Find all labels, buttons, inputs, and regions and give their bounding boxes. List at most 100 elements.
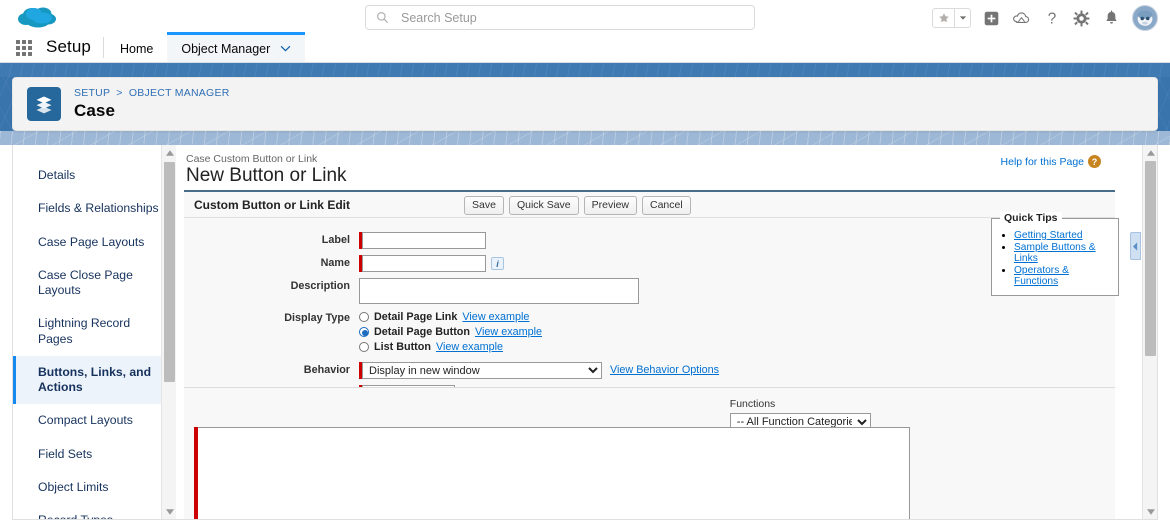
name-field-row: Name i bbox=[184, 255, 1115, 272]
service-cloud-icon[interactable] bbox=[1012, 9, 1031, 28]
view-example-link[interactable]: View example bbox=[475, 326, 542, 338]
sidebar-item-object-limits[interactable]: Object Limits bbox=[13, 471, 176, 504]
view-example-link[interactable]: View example bbox=[436, 341, 503, 353]
salesforce-cloud-logo[interactable] bbox=[14, 2, 62, 34]
main-scroll-down-icon[interactable] bbox=[1143, 504, 1157, 519]
formula-editor[interactable] bbox=[194, 427, 910, 519]
quick-save-button[interactable]: Quick Save bbox=[508, 196, 579, 215]
main-scroll-up-icon[interactable] bbox=[1143, 145, 1157, 160]
user-avatar[interactable] bbox=[1132, 5, 1158, 31]
sidebar-scroll-thumb[interactable] bbox=[164, 162, 175, 382]
tab-home-label: Home bbox=[120, 41, 154, 56]
breadcrumb-setup[interactable]: SETUP bbox=[74, 87, 110, 99]
gear-icon[interactable] bbox=[1072, 9, 1091, 28]
add-favorite-icon[interactable] bbox=[982, 9, 1001, 28]
quick-tips-panel: Quick Tips Getting Started Sample Button… bbox=[991, 212, 1119, 296]
quick-tip-getting-started[interactable]: Getting Started bbox=[1014, 230, 1083, 241]
panel-title: Custom Button or Link Edit bbox=[194, 197, 350, 212]
breadcrumb-separator: > bbox=[116, 87, 123, 100]
sidebar-item-label: Case Page Layouts bbox=[38, 234, 145, 249]
quick-tips-title: Quick Tips bbox=[1000, 212, 1062, 224]
tab-home[interactable]: Home bbox=[106, 32, 167, 62]
sidebar-item-label: Fields & Relationships bbox=[38, 201, 159, 216]
sidebar-item-fields-relationships[interactable]: Fields & Relationships bbox=[13, 192, 176, 225]
quick-tip-sample-buttons-links[interactable]: Sample Buttons & Links bbox=[1014, 242, 1096, 264]
page-body: Details Fields & Relationships Case Page… bbox=[12, 145, 1158, 520]
quick-tip-item: Sample Buttons & Links bbox=[1014, 242, 1112, 264]
cancel-button[interactable]: Cancel bbox=[642, 196, 691, 215]
sidebar-item-field-sets[interactable]: Field Sets bbox=[13, 438, 176, 471]
band-top-texture bbox=[0, 63, 1170, 77]
help-link-label: Help for this Page bbox=[1000, 155, 1084, 168]
setup-title: Setup bbox=[46, 37, 91, 56]
favorites-control[interactable] bbox=[932, 8, 971, 28]
page-title: Case bbox=[74, 101, 116, 121]
display-type-label: Display Type bbox=[284, 312, 350, 324]
main-content-pane: Case Custom Button or Link New Button or… bbox=[176, 145, 1157, 519]
help-for-this-page-link[interactable]: Help for this Page ? bbox=[1001, 155, 1101, 168]
view-behavior-options-link[interactable]: View Behavior Options bbox=[610, 364, 719, 376]
behavior-label: Behavior bbox=[303, 364, 350, 376]
search-input[interactable] bbox=[401, 7, 744, 28]
description-textarea[interactable] bbox=[359, 278, 639, 304]
panel-action-buttons: Save Quick Save Preview Cancel bbox=[464, 196, 691, 215]
panel-header: Custom Button or Link Edit Save Quick Sa… bbox=[184, 192, 1115, 218]
radio-label: Detail Page Link bbox=[374, 311, 458, 323]
sidebar-item-label: Buttons, Links, and Actions bbox=[38, 364, 152, 394]
sidebar-item-label: Object Limits bbox=[38, 479, 109, 494]
radio-button-icon[interactable] bbox=[359, 312, 369, 322]
sidebar-item-label: Details bbox=[38, 168, 76, 182]
sidebar-item-compact-layouts[interactable]: Compact Layouts bbox=[13, 404, 176, 437]
formula-editor-textarea[interactable] bbox=[198, 427, 910, 519]
sidebar-scroll-down-icon[interactable] bbox=[162, 504, 177, 519]
sidebar-scrollbar[interactable] bbox=[161, 145, 177, 519]
sidebar-item-details[interactable]: Details bbox=[13, 159, 176, 192]
quick-tip-item: Operators & Functions bbox=[1014, 265, 1112, 287]
app-launcher-icon[interactable] bbox=[16, 40, 34, 56]
quick-tip-operators-functions[interactable]: Operators & Functions bbox=[1014, 265, 1069, 287]
radio-button-icon[interactable] bbox=[359, 342, 369, 352]
radio-button-icon-selected[interactable] bbox=[359, 327, 369, 337]
sidebar-item-label: Lightning Record Pages bbox=[38, 316, 131, 346]
save-button[interactable]: Save bbox=[464, 196, 504, 215]
sidebar-item-case-close-page-layouts[interactable]: Case Close Page Layouts bbox=[13, 259, 176, 308]
collapse-sidebar-handle[interactable] bbox=[1130, 232, 1141, 260]
behavior-select[interactable]: Display in new window bbox=[362, 362, 602, 379]
favorites-caret-down-icon[interactable] bbox=[954, 9, 970, 27]
name-input[interactable] bbox=[362, 255, 486, 272]
view-example-link[interactable]: View example bbox=[462, 311, 529, 323]
sidebar-item-case-page-layouts[interactable]: Case Page Layouts bbox=[13, 226, 176, 259]
radio-label: Detail Page Button bbox=[374, 326, 470, 338]
main-scrollbar[interactable] bbox=[1142, 145, 1157, 519]
chevron-down-icon[interactable] bbox=[280, 45, 291, 52]
help-question-icon[interactable]: ? bbox=[1088, 155, 1101, 168]
tab-object-manager[interactable]: Object Manager bbox=[167, 32, 306, 62]
help-icon[interactable]: ? bbox=[1042, 9, 1061, 28]
breadcrumb: SETUP > OBJECT MANAGER bbox=[74, 87, 230, 99]
sidebar-item-lightning-record-pages[interactable]: Lightning Record Pages bbox=[13, 307, 176, 356]
info-icon[interactable]: i bbox=[491, 257, 504, 270]
page-eyebrow: Case Custom Button or Link bbox=[186, 153, 318, 165]
sidebar-item-record-types[interactable]: Record Types bbox=[13, 504, 176, 519]
radio-list-button[interactable]: List Button View example bbox=[359, 341, 542, 353]
radio-detail-page-link[interactable]: Detail Page Link View example bbox=[359, 311, 542, 323]
radio-detail-page-button[interactable]: Detail Page Button View example bbox=[359, 326, 542, 338]
label-input[interactable] bbox=[362, 232, 486, 249]
notifications-bell-icon[interactable] bbox=[1102, 9, 1121, 28]
main-scroll-thumb[interactable] bbox=[1145, 161, 1156, 356]
sidebar-item-buttons-links-actions[interactable]: Buttons, Links, and Actions bbox=[13, 355, 176, 405]
quick-tip-item: Getting Started bbox=[1014, 230, 1112, 241]
search-icon bbox=[376, 11, 389, 24]
global-search[interactable] bbox=[365, 5, 755, 30]
preview-button[interactable]: Preview bbox=[583, 196, 637, 215]
favorites-star-icon[interactable] bbox=[933, 9, 954, 27]
sidebar-scroll-up-icon[interactable] bbox=[162, 145, 177, 160]
header-icon-group: ? bbox=[932, 4, 1158, 32]
object-sidebar: Details Fields & Relationships Case Page… bbox=[13, 145, 177, 519]
band-bottom-texture bbox=[0, 131, 1170, 145]
quick-tips-list: Getting Started Sample Buttons & Links O… bbox=[998, 230, 1112, 287]
description-field-row: Description bbox=[184, 278, 1115, 304]
breadcrumb-object-manager[interactable]: OBJECT MANAGER bbox=[129, 87, 230, 99]
description-field-label: Description bbox=[290, 280, 350, 292]
case-object-icon bbox=[27, 87, 61, 121]
